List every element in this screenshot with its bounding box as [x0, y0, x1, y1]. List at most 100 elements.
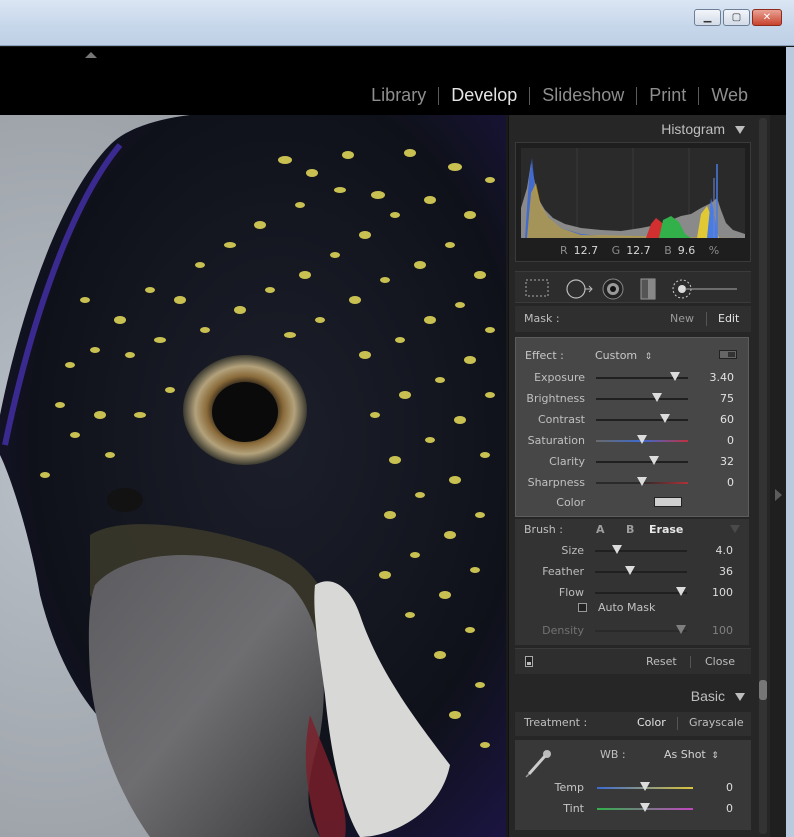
brush-flow-slider[interactable]: Flow 100: [515, 583, 749, 603]
module-web[interactable]: Web: [711, 85, 748, 106]
slider-label: Sharpness: [527, 476, 585, 489]
slider-track[interactable]: [595, 630, 687, 632]
slider-track[interactable]: [596, 419, 688, 421]
reset-button[interactable]: Reset: [646, 655, 677, 668]
slider-value[interactable]: 75: [720, 392, 734, 405]
color-swatch[interactable]: [654, 497, 682, 507]
slider-value[interactable]: 32: [720, 455, 734, 468]
basic-collapse-icon[interactable]: [735, 693, 745, 701]
slider-value[interactable]: 3.40: [710, 371, 735, 384]
slider-track[interactable]: [595, 571, 687, 573]
treatment-color-button[interactable]: Color: [637, 716, 666, 729]
exposure-slider[interactable]: Exposure 3.40: [516, 368, 750, 388]
tool-strip: [515, 271, 751, 303]
slider-thumb[interactable]: [676, 625, 687, 634]
clarity-slider[interactable]: Clarity 32: [516, 452, 750, 472]
slider-track[interactable]: [595, 592, 687, 594]
slider-thumb[interactable]: [624, 566, 635, 575]
slider-value[interactable]: 36: [719, 565, 733, 578]
brush-collapse-icon[interactable]: [730, 525, 740, 533]
temp-slider[interactable]: Temp 0: [515, 778, 749, 798]
slider-value[interactable]: 100: [712, 586, 733, 599]
photo-image: [0, 115, 506, 837]
graduated-filter-icon[interactable]: [638, 278, 660, 300]
auto-mask-checkbox[interactable]: [578, 603, 587, 612]
module-print[interactable]: Print: [649, 85, 686, 106]
mask-new-button[interactable]: New: [670, 312, 694, 325]
slider-value[interactable]: 4.0: [716, 544, 734, 557]
minimize-button[interactable]: ▁: [694, 9, 721, 26]
brush-panel: Brush : A B Erase Size 4.0 Feather 36 Fl…: [515, 519, 749, 645]
slider-track[interactable]: [596, 461, 688, 463]
slider-value[interactable]: 0: [727, 476, 734, 489]
slider-value[interactable]: 0: [726, 802, 733, 815]
slider-thumb[interactable]: [640, 782, 650, 791]
adjustment-brush-icon[interactable]: [671, 278, 741, 299]
percent-unit: %: [708, 244, 720, 257]
slider-value[interactable]: 100: [712, 624, 733, 637]
slider-thumb[interactable]: [651, 393, 662, 402]
slider-value[interactable]: 60: [720, 413, 734, 426]
contrast-slider[interactable]: Contrast 60: [516, 410, 750, 430]
r-value: 12.7: [573, 244, 599, 257]
slider-thumb[interactable]: [676, 587, 687, 596]
slider-thumb[interactable]: [637, 477, 647, 486]
crop-overlay-icon[interactable]: [525, 278, 549, 298]
mask-divider: [706, 312, 707, 326]
slider-label: Exposure: [534, 371, 585, 384]
slider-thumb[interactable]: [637, 435, 647, 444]
brush-size-slider[interactable]: Size 4.0: [515, 541, 749, 561]
collapse-top-panel-icon[interactable]: [85, 52, 97, 58]
basic-title: Basic: [690, 688, 725, 704]
slider-track[interactable]: [595, 550, 687, 552]
brush-erase-tab[interactable]: Erase: [649, 523, 683, 536]
wb-select[interactable]: As Shot ⇕: [664, 748, 719, 761]
tint-slider[interactable]: Tint 0: [515, 799, 749, 819]
treatment-row: Treatment : Color Grayscale: [515, 712, 751, 736]
brightness-slider[interactable]: Brightness 75: [516, 389, 750, 409]
brush-a-tab[interactable]: A: [596, 523, 605, 536]
slider-thumb[interactable]: [670, 372, 681, 381]
module-slideshow[interactable]: Slideshow: [542, 85, 624, 106]
module-develop[interactable]: Develop: [451, 85, 517, 106]
close-tool-button[interactable]: Close: [705, 655, 735, 668]
sharpness-slider[interactable]: Sharpness 0: [516, 473, 750, 493]
panel-scrollbar-thumb[interactable]: [759, 680, 767, 700]
module-library[interactable]: Library: [371, 85, 426, 106]
slider-value[interactable]: 0: [727, 434, 734, 447]
histogram-collapse-icon[interactable]: [735, 126, 745, 134]
module-picker: Library Develop Slideshow Print Web: [371, 85, 748, 106]
spot-removal-icon[interactable]: [565, 278, 593, 299]
panel-scrollbar[interactable]: [759, 118, 767, 834]
red-eye-icon[interactable]: [602, 278, 624, 300]
toggle-tool-icon[interactable]: [525, 656, 533, 667]
close-window-button[interactable]: ✕: [752, 9, 782, 26]
slider-label: Saturation: [527, 434, 585, 447]
slider-thumb[interactable]: [660, 414, 670, 423]
brush-label: Brush :: [524, 523, 563, 536]
saturation-slider[interactable]: Saturation 0: [516, 431, 750, 451]
photo-canvas[interactable]: [0, 115, 506, 837]
basic-header[interactable]: Basic: [511, 684, 751, 706]
slider-thumb[interactable]: [612, 545, 623, 554]
mask-edit-button[interactable]: Edit: [718, 312, 739, 325]
effect-label: Effect :: [525, 349, 564, 362]
eyedropper-icon[interactable]: [523, 746, 555, 781]
histogram-header[interactable]: Histogram: [511, 117, 751, 139]
treatment-grayscale-button[interactable]: Grayscale: [689, 716, 744, 729]
effect-preset-select[interactable]: Custom ⇕: [595, 349, 652, 362]
slider-track[interactable]: [596, 398, 688, 400]
mask-row: Mask : New Edit: [515, 306, 751, 332]
brush-b-tab[interactable]: B: [626, 523, 634, 536]
brush-feather-slider[interactable]: Feather 36: [515, 562, 749, 582]
maximize-button[interactable]: ▢: [723, 9, 750, 26]
effect-toggle-icon[interactable]: [719, 350, 737, 359]
maximize-icon: ▢: [731, 12, 742, 23]
color-label: Color: [556, 496, 585, 509]
slider-value[interactable]: 0: [726, 781, 733, 794]
collapse-right-panel-icon[interactable]: [775, 489, 782, 501]
window-controls: ▁ ▢ ✕: [694, 9, 782, 26]
slider-thumb[interactable]: [640, 803, 650, 812]
slider-thumb[interactable]: [648, 456, 659, 465]
density-slider[interactable]: Density 100: [515, 621, 749, 641]
